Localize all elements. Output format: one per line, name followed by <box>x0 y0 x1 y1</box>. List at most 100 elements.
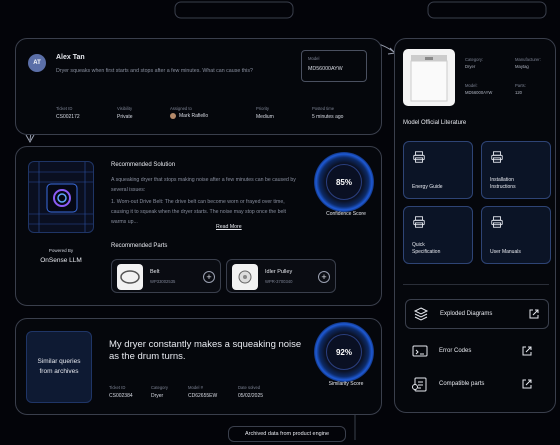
powered-by-label: Powered By <box>48 248 74 253</box>
assignee-avatar <box>170 113 176 119</box>
field-posted: Posted time 5 minutes ago <box>312 106 343 120</box>
field-value: Medium <box>256 114 274 120</box>
confidence-gauge: 85% <box>314 152 374 212</box>
field-label: Model # <box>188 385 203 390</box>
similar-queries-label: Similar queries from archives <box>26 331 92 403</box>
field-label: Date solved <box>238 385 261 390</box>
exploded-diagram-icon <box>413 307 429 321</box>
add-part-button[interactable]: + <box>203 271 215 283</box>
part-card-idler-pulley[interactable]: Idler Pulley WPR-3700340 + <box>226 259 336 293</box>
idler-pulley-image <box>232 264 258 290</box>
field-value: CD62655EW <box>188 393 218 399</box>
archive-footer-text: Archived data from product engine <box>244 431 330 437</box>
doc-label: Quick Specification <box>412 242 441 255</box>
similarity-value: 92% <box>326 334 362 370</box>
printer-icon <box>491 151 503 163</box>
field-value: Mark Rafiello <box>179 113 209 119</box>
doc-quick-spec[interactable]: Quick Specification <box>403 206 473 264</box>
similar-field-category: Category Dryer <box>151 385 168 399</box>
doc-label: User Manuals <box>490 248 521 255</box>
user-name: Alex Tan <box>56 54 85 61</box>
external-link-icon[interactable] <box>521 345 533 357</box>
field-label: Ticket ID <box>109 385 126 390</box>
field-value: Dryer <box>465 64 476 69</box>
similar-field-ticket: Ticket ID CS002384 <box>109 385 133 399</box>
part-code: WPR-3700340 <box>265 279 293 284</box>
field-value: 05/02/2025 <box>238 393 264 399</box>
confidence-value: 85% <box>326 164 362 200</box>
doc-user-manuals[interactable]: User Manuals <box>481 206 551 264</box>
external-link-icon[interactable] <box>528 308 540 320</box>
literature-heading: Model Official Literature <box>403 120 467 126</box>
belt-image <box>117 264 143 290</box>
link-label: Error Codes <box>439 348 472 354</box>
field-label: Visibility <box>117 106 133 111</box>
avatar: AT <box>28 54 46 72</box>
powered-by-name: OnSense LLM <box>40 257 82 264</box>
link-exploded-diagrams[interactable]: Exploded Diagrams <box>405 299 549 329</box>
link-label: Exploded Diagrams <box>440 311 493 317</box>
field-value: Dryer <box>151 393 164 399</box>
field-label: Category: <box>465 57 484 62</box>
printer-icon <box>491 216 503 228</box>
part-name: Belt <box>150 269 160 275</box>
field-value: MD56000AYW <box>465 90 493 95</box>
field-visibility: Visibility Private <box>117 106 133 120</box>
field-value: 120 <box>515 90 522 95</box>
parts-heading: Recommended Parts <box>111 243 168 249</box>
field-assigned: Assigned to Mark Rafiello <box>170 106 208 119</box>
field-ticket-id: Ticket ID CS002172 <box>56 106 151 120</box>
field-label: Priority <box>256 106 270 111</box>
field-value: CS002172 <box>56 114 80 120</box>
field-priority: Priority Medium <box>256 106 274 120</box>
model-label: Model <box>308 56 320 61</box>
ticket-message: Dryer squeaks when first starts and stop… <box>56 68 253 74</box>
error-code-icon <box>412 345 428 357</box>
model-box[interactable]: Model MD56000AYW <box>301 50 367 82</box>
doc-installation[interactable]: Installation Instructions <box>481 141 551 199</box>
printer-icon <box>413 216 425 228</box>
product-parts: Parts: 120 <box>515 83 526 95</box>
solution-card: Powered By OnSense LLM Recommended Solut… <box>15 146 382 306</box>
printer-icon <box>413 151 425 163</box>
doc-label: Installation Instructions <box>490 177 516 190</box>
product-model: Model: MD56000AYW <box>465 83 492 95</box>
field-label: Category <box>151 385 168 390</box>
field-value: 5 minutes ago <box>312 114 344 120</box>
field-value: Maytag <box>515 64 529 69</box>
doc-label: Energy Guide <box>412 183 443 190</box>
part-card-belt[interactable]: Belt WP33002535 + <box>111 259 221 293</box>
ticket-card: AT Alex Tan Dryer squeaks when first sta… <box>15 38 382 135</box>
field-label: Posted time <box>312 106 335 111</box>
model-value: MD56000AYW <box>308 66 343 72</box>
field-value: Private <box>117 114 133 120</box>
link-compatible-parts[interactable]: Compatible parts <box>405 371 541 397</box>
part-name: Idler Pulley <box>265 269 293 275</box>
similarity-label: Similarity Score <box>328 381 364 387</box>
dryer-image <box>403 49 455 106</box>
similar-field-date: Date solved 05/02/2025 <box>238 385 263 399</box>
similarity-gauge: 92% <box>314 322 374 382</box>
similar-card: Similar queries from archives My dryer c… <box>15 318 382 415</box>
solution-heading: Recommended Solution <box>111 162 176 168</box>
solution-text-detail: 1. Worn-out Drive Belt: The drive belt c… <box>111 199 286 226</box>
field-label: Manufacturer: <box>515 57 541 62</box>
external-link-icon[interactable] <box>521 378 533 390</box>
similar-queries-text: Similar queries from archives <box>37 357 81 375</box>
add-part-button[interactable]: + <box>318 271 330 283</box>
field-label: Model: <box>465 83 478 88</box>
similar-question[interactable]: My dryer constantly makes a squeaking no… <box>109 339 309 364</box>
link-error-codes[interactable]: Error Codes <box>405 338 541 364</box>
llm-chip-image <box>28 161 94 233</box>
product-manufacturer: Manufacturer: Maytag <box>515 57 541 69</box>
archive-footer: Archived data from product engine <box>228 426 346 442</box>
doc-energy-guide[interactable]: Energy Guide <box>403 141 473 199</box>
field-value: CS002384 <box>109 393 133 399</box>
field-label: Parts: <box>515 83 526 88</box>
divider <box>403 284 549 285</box>
link-label: Compatible parts <box>439 381 485 387</box>
compatible-parts-icon <box>412 377 427 392</box>
product-panel: Category: Dryer Manufacturer: Maytag Mod… <box>394 38 556 413</box>
similar-field-model: Model # CD62655EW <box>188 385 217 399</box>
read-more-link[interactable]: Read More <box>216 224 242 230</box>
